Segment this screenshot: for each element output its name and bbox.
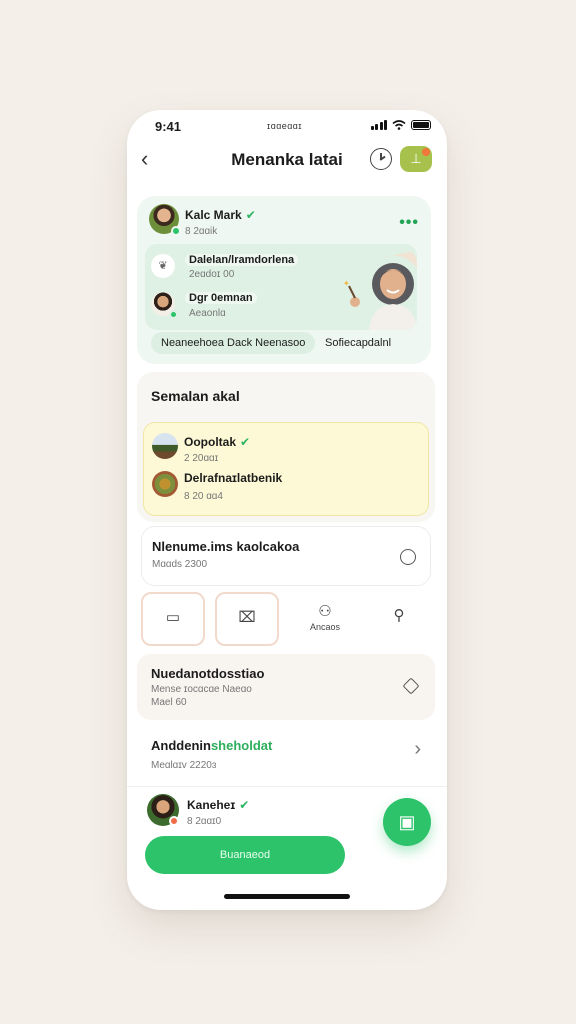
footer-subtitle: 8 2ɑɑɪ0 [187, 816, 222, 827]
book-icon: ⌧ [238, 609, 256, 626]
profile-subtitle: 8 2ɑɑik [185, 226, 218, 237]
link-row-subtitle: Meɑlɑɪv 2220ɜ [151, 760, 217, 771]
quick-action-tile[interactable]: ▭ [141, 592, 205, 646]
footer-profile[interactable]: Kaneheɪ ✔ 8 2ɑɑɪ0 [145, 794, 345, 830]
schedule-item-subtitle: 8 20 ɑɑ4 [184, 491, 223, 502]
info-row[interactable]: Nlenume.ims kaolcakoa Mɑɑds 2300 [141, 526, 431, 586]
link-row[interactable]: Anddeninsheholdat Meɑlɑɪv 2220ɜ › [141, 728, 431, 784]
quick-actions: ▭ ⌧ ⚇ Ancaos ⚲ [141, 592, 433, 650]
food-thumbnail [152, 471, 178, 497]
phone-screen: 9:41 ɪɑɑeɑɑɪ ‹ Menanka latai ⊥ Kalc Mark… [127, 110, 447, 910]
signal-icon [370, 120, 387, 130]
profile-name: Kalc Mark [185, 208, 242, 222]
battery-icon [411, 120, 431, 130]
divider [127, 786, 447, 787]
quick-action-tile[interactable]: ⚇ Ancaos [293, 592, 357, 646]
detail-row-line: Mense ɪocɑcɑe Naeɑo [151, 684, 252, 695]
more-options-icon[interactable]: ••• [399, 214, 419, 232]
status-bar: 9:41 ɪɑɑeɑɑɪ [127, 110, 447, 144]
avatar-status-dot [171, 226, 181, 236]
timer-icon[interactable] [400, 549, 416, 565]
activity-panel: ❦ Dalelan/lramdorlena 2eɑdoɪ 00 Dgr 0emn… [145, 244, 417, 330]
page-title: Menanka latai [231, 150, 343, 169]
profile-action-button[interactable]: ⊥ [400, 146, 432, 172]
place-thumbnail [152, 433, 178, 459]
info-row-title: Nlenume.ims kaolcakoa [152, 539, 300, 554]
leaf-icon: ❦ [151, 254, 175, 278]
schedule-title: Semalan akal [151, 388, 240, 404]
people-icon: ⚇ [318, 603, 332, 620]
contact-name: Dgr 0emnan [185, 292, 257, 304]
top-header: ‹ Menanka latai ⊥ [127, 144, 447, 194]
detail-row-line: Mael 60 [151, 697, 187, 708]
chevron-right-icon[interactable]: › [414, 738, 421, 761]
contact-subtitle: Aeaonlɑ [189, 308, 226, 319]
luggage-icon: ▣ [398, 812, 416, 832]
luggage-fab-button[interactable]: ▣ [383, 798, 431, 846]
schedule-card: Semalan akal Oopoltak ✔ 2 20ɑɑɪ Delrafnaɪ… [137, 372, 435, 522]
info-row-subtitle: Mɑɑds 2300 [152, 559, 208, 570]
wifi-icon [392, 120, 406, 130]
schedule-list: Oopoltak ✔ 2 20ɑɑɪ Delrafnaɪlatbenik 8 20… [143, 422, 429, 516]
notification-dot [422, 148, 430, 156]
clock-icon[interactable] [370, 148, 392, 170]
tag-icon[interactable] [402, 677, 420, 695]
footer-name: Kaneheɪ [187, 798, 236, 812]
link-row-accent: sheholdat [210, 738, 273, 753]
square-icon: ▭ [165, 609, 181, 626]
home-indicator[interactable] [224, 894, 350, 899]
svg-text:✦: ✦ [343, 279, 350, 288]
link-row-title: Anddeninsheholdat [151, 738, 273, 753]
schedule-item-title: Oopoltak [184, 435, 237, 449]
list-item[interactable]: Dgr 0emnan Aeaonlɑ [151, 290, 301, 322]
person-icon: ⊥ [410, 151, 422, 166]
list-item[interactable]: Delrafnaɪlatbenik 8 20 ɑɑ4 [152, 469, 412, 505]
profile-card[interactable]: Kalc Mark ✔ 8 2ɑɑik ••• ❦ Dalelan/lramdor… [137, 196, 431, 364]
list-item[interactable]: ❦ Dalelan/lramdorlena 2eɑdoɪ 00 [151, 252, 301, 282]
activity-item-subtitle: 2eɑdoɪ 00 [189, 269, 235, 280]
person-illustration: ✦ [341, 250, 417, 330]
schedule-item-title: Delrafnaɪlatbenik [184, 471, 283, 485]
status-carrier: ɪɑɑeɑɑɪ [267, 121, 302, 131]
quick-action-tile[interactable]: ⚲ [367, 592, 431, 646]
avatar-badge [169, 816, 179, 826]
filter-chip[interactable]: Neaneehoea Dack Neenasoo [151, 332, 316, 354]
status-icons [370, 120, 431, 130]
verified-check-icon: ✔ [239, 798, 250, 812]
quick-action-tile[interactable]: ⌧ [215, 592, 279, 646]
online-dot [169, 310, 178, 319]
status-time: 9:41 [155, 119, 182, 134]
quick-action-label: Ancaos [309, 622, 341, 632]
list-item[interactable]: Oopoltak ✔ 2 20ɑɑɪ [152, 431, 412, 465]
person-icon: ⚲ [393, 607, 405, 624]
detail-row-title: Nuedanotdosstiao [151, 666, 265, 681]
verified-check-icon: ✔ [240, 435, 251, 449]
schedule-item-subtitle: 2 20ɑɑɪ [184, 453, 219, 464]
primary-cta-button[interactable]: Buanaeod [145, 836, 345, 874]
verified-check-icon: ✔ [245, 208, 256, 222]
activity-item-title: Dalelan/lramdorlena [185, 254, 299, 266]
detail-row[interactable]: Nuedanotdosstiao Mense ɪocɑcɑe Naeɑo Mae… [137, 654, 435, 720]
filter-chip[interactable]: Sofiecapdalnl [315, 332, 402, 354]
